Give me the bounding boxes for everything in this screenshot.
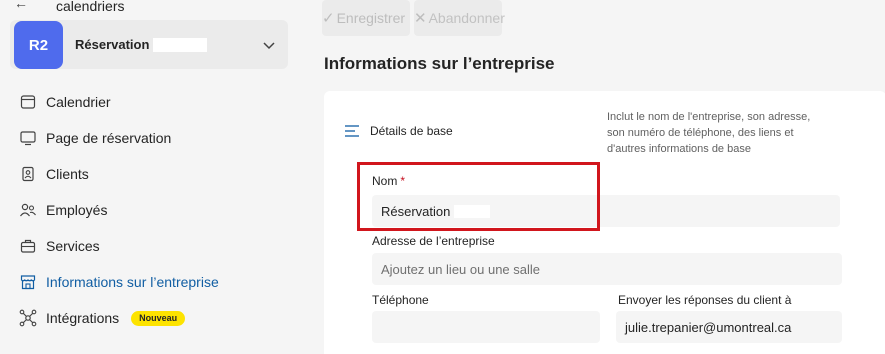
redaction — [153, 37, 208, 52]
calendar-icon — [19, 93, 37, 111]
text-align-icon — [345, 125, 359, 137]
contact-card-icon — [19, 165, 37, 183]
business-details-card: Détails de base Inclut le nom de l'entre… — [324, 91, 885, 354]
section-title: Détails de base — [370, 124, 453, 138]
briefcase-icon — [19, 237, 37, 255]
people-icon — [19, 201, 37, 219]
phone-label: Téléphone — [372, 293, 429, 307]
reply-to-label: Envoyer les réponses du client à — [618, 293, 792, 307]
sidebar-item-label: Clients — [46, 166, 89, 182]
sidebar: ← calendriers R2 Réservation Calendrier … — [0, 0, 300, 354]
back-arrow-icon: ← — [14, 0, 28, 11]
page-title: Informations sur l’entreprise — [324, 54, 555, 73]
sidebar-item-calendrier[interactable]: Calendrier — [0, 84, 300, 120]
highlight-annotation — [357, 162, 600, 231]
cancel-button[interactable]: ✕ Abandonner — [414, 0, 505, 36]
sidebar-nav: Calendrier Page de réservation Clients E… — [0, 84, 300, 336]
save-button[interactable]: ✓ Enregistrer — [322, 0, 410, 36]
business-switcher[interactable]: R2 Réservation — [10, 20, 288, 69]
cancel-label: Abandonner — [428, 10, 505, 26]
sidebar-item-clients[interactable]: Clients — [0, 156, 300, 192]
close-icon: ✕ — [414, 10, 427, 27]
checkmark-icon: ✓ — [322, 10, 335, 27]
address-label: Adresse de l’entreprise — [372, 234, 495, 248]
sidebar-item-label: Services — [46, 238, 100, 254]
sidebar-item-label: Employés — [46, 202, 108, 218]
toolbar: ✓ Enregistrer ✕ Abandonner — [322, 0, 505, 36]
section-header: Détails de base — [344, 123, 453, 139]
sidebar-item-integrations[interactable]: Intégrations Nouveau — [0, 300, 300, 336]
section-description: Inclut le nom de l'entreprise, son adres… — [607, 111, 811, 155]
phone-input[interactable] — [372, 311, 600, 343]
integrations-icon — [19, 309, 37, 327]
back-label[interactable]: calendriers — [56, 0, 124, 16]
building-shop-icon — [19, 273, 37, 291]
sidebar-item-label: Calendrier — [46, 94, 111, 110]
sidebar-item-label: Informations sur l’entreprise — [46, 274, 219, 290]
reply-to-input[interactable]: julie.trepanier@umontreal.ca — [616, 311, 842, 343]
back-button[interactable]: ← — [14, 0, 28, 16]
new-badge: Nouveau — [131, 310, 186, 326]
sidebar-item-informations-entreprise[interactable]: Informations sur l’entreprise — [0, 264, 300, 300]
sidebar-item-label: Page de réservation — [46, 130, 172, 146]
monitor-icon — [19, 129, 37, 147]
sidebar-item-label: Intégrations — [46, 310, 120, 326]
sidebar-item-page-reservation[interactable]: Page de réservation — [0, 120, 300, 156]
save-label: Enregistrer — [336, 10, 406, 26]
business-avatar: R2 — [14, 21, 63, 69]
business-name: Réservation — [75, 37, 208, 52]
sidebar-item-services[interactable]: Services — [0, 228, 300, 264]
main-content: ✓ Enregistrer ✕ Abandonner Informations … — [300, 0, 885, 354]
chevron-down-icon — [263, 42, 275, 50]
sidebar-item-employes[interactable]: Employés — [0, 192, 300, 228]
address-input[interactable]: Ajoutez un lieu ou une salle — [372, 253, 842, 285]
